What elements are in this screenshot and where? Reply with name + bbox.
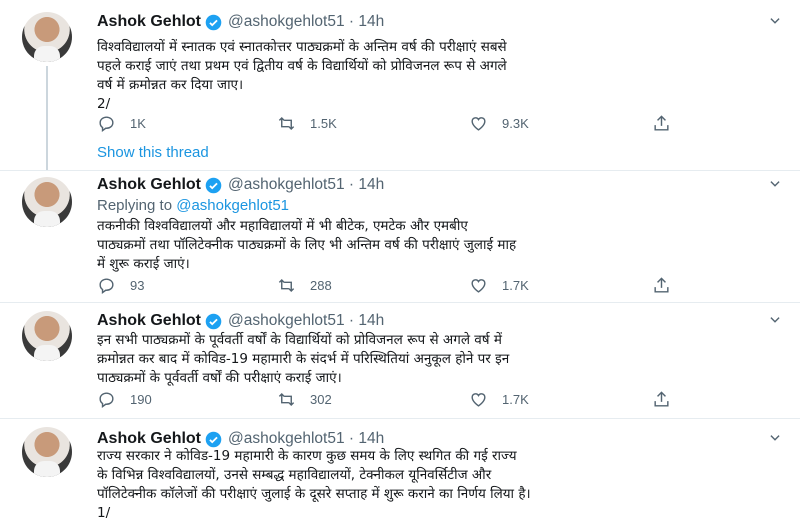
tweet-header: Ashok Gehlot @ashokgehlot51 · 14h — [97, 175, 384, 195]
retweet-icon — [278, 116, 295, 130]
share-button[interactable] — [652, 113, 671, 133]
reply-icon — [99, 277, 114, 294]
author-name[interactable]: Ashok Gehlot — [97, 13, 201, 31]
share-button[interactable] — [652, 275, 671, 295]
retweet-count: 1.5K — [310, 115, 337, 131]
avatar[interactable] — [22, 12, 72, 62]
author-name[interactable]: Ashok Gehlot — [97, 176, 201, 194]
tweet-line: इन सभी पाठ्यक्रमों के पूर्ववर्ती वर्षों … — [97, 332, 502, 348]
heart-icon — [471, 278, 486, 293]
tweet-actions: 1K 1.5K 9.3K — [97, 113, 697, 133]
reply-button[interactable]: 1K — [97, 113, 146, 133]
retweet-count: 288 — [310, 277, 332, 293]
chevron-down-icon[interactable] — [768, 14, 782, 28]
reply-count: 1K — [130, 115, 146, 131]
replying-to-mention[interactable]: @ashokgehlot51 — [176, 197, 289, 214]
share-icon — [654, 114, 669, 131]
heart-icon — [471, 116, 486, 131]
reply-button[interactable]: 190 — [97, 389, 152, 409]
tweet-header: Ashok Gehlot @ashokgehlot51 · 14h — [97, 311, 384, 331]
tweet-text: इन सभी पाठ्यक्रमों के पूर्ववर्ती वर्षों … — [97, 331, 787, 388]
author-handle[interactable]: @ashokgehlot51 · 14h — [228, 176, 384, 194]
tweet-line: क्रमोन्नत कर बाद में कोविड-19 महामारी के… — [97, 351, 510, 367]
tweet-line: पॉलिटेक्नीक कॉलेजों की परीक्षाएं जुलाई क… — [97, 486, 531, 502]
retweet-count: 302 — [310, 391, 332, 407]
tweet-line: राज्य सरकार ने कोविड-19 महामारी के कारण … — [97, 448, 517, 464]
tweet-actions: 190 302 1.7K — [97, 389, 697, 409]
chevron-down-icon[interactable] — [768, 177, 782, 191]
reply-icon — [99, 115, 114, 132]
like-button[interactable]: 1.7K — [469, 389, 529, 409]
like-count: 1.7K — [502, 391, 529, 407]
avatar[interactable] — [22, 311, 72, 361]
like-button[interactable]: 1.7K — [469, 275, 529, 295]
avatar[interactable] — [22, 177, 72, 227]
avatar[interactable] — [22, 427, 72, 477]
verified-badge-icon — [205, 313, 222, 329]
show-thread-link[interactable]: Show this thread — [97, 144, 209, 161]
share-icon — [654, 276, 669, 293]
reply-count: 93 — [130, 277, 145, 293]
tweet-header: Ashok Gehlot @ashokgehlot51 · 14h — [97, 429, 384, 449]
tweet-line: पाठ्यक्रमों तथा पॉलिटेक्नीक पाठ्यक्रमों … — [97, 237, 517, 253]
author-handle[interactable]: @ashokgehlot51 · 14h — [228, 312, 384, 330]
chevron-down-icon[interactable] — [768, 313, 782, 327]
tweet-text: तकनीकी विश्वविद्यालयों और महाविद्यालयों … — [97, 217, 787, 274]
tweet-3[interactable]: Ashok Gehlot @ashokgehlot51 · 14h इन सभी… — [0, 302, 800, 418]
chevron-down-icon[interactable] — [768, 431, 782, 445]
retweet-icon — [278, 392, 295, 406]
author-name[interactable]: Ashok Gehlot — [97, 430, 201, 448]
tweet-1[interactable]: Ashok Gehlot @ashokgehlot51 · 14h विश्वव… — [0, 0, 800, 170]
author-handle[interactable]: @ashokgehlot51 · 14h — [228, 13, 384, 31]
tweet-line: पहले कराई जाएं तथा प्रथम एवं द्वितीय वर्… — [97, 58, 507, 74]
tweet-line: में शुरू कराई जाएं। — [97, 256, 190, 272]
reply-button[interactable]: 93 — [97, 275, 144, 295]
retweet-button[interactable]: 302 — [277, 389, 332, 409]
tweet-line: 2/ — [97, 96, 111, 112]
verified-badge-icon — [205, 14, 222, 30]
tweet-4[interactable]: Ashok Gehlot @ashokgehlot51 · 14h राज्य … — [0, 418, 800, 524]
share-icon — [654, 390, 669, 407]
tweet-line: के विभिन्न विश्वविद्यालयों, उनसे सम्बद्ध… — [97, 467, 492, 483]
tweet-text: राज्य सरकार ने कोविड-19 महामारी के कारण … — [97, 447, 787, 523]
reply-icon — [99, 391, 114, 408]
replying-to: Replying to @ashokgehlot51 — [97, 197, 289, 214]
retweet-icon — [278, 278, 295, 292]
tweet-2[interactable]: Ashok Gehlot @ashokgehlot51 · 14h Replyi… — [0, 170, 800, 302]
verified-badge-icon — [205, 431, 222, 447]
retweet-button[interactable]: 1.5K — [277, 113, 337, 133]
tweet-line: तकनीकी विश्वविद्यालयों और महाविद्यालयों … — [97, 218, 468, 234]
like-count: 9.3K — [502, 115, 529, 131]
retweet-button[interactable]: 288 — [277, 275, 332, 295]
author-name[interactable]: Ashok Gehlot — [97, 312, 201, 330]
verified-badge-icon — [205, 177, 222, 193]
like-button[interactable]: 9.3K — [469, 113, 529, 133]
tweet-line: विश्वविद्यालयों में स्नातक एवं स्नातकोत्… — [97, 39, 507, 55]
reply-count: 190 — [130, 391, 152, 407]
heart-icon — [471, 392, 486, 407]
tweet-header: Ashok Gehlot @ashokgehlot51 · 14h — [97, 12, 384, 32]
tweet-text: विश्वविद्यालयों में स्नातक एवं स्नातकोत्… — [97, 38, 787, 114]
thread-line — [46, 66, 48, 170]
tweet-actions: 93 288 1.7K — [97, 275, 697, 295]
replying-to-label: Replying to — [97, 197, 173, 214]
like-count: 1.7K — [502, 277, 529, 293]
author-handle[interactable]: @ashokgehlot51 · 14h — [228, 430, 384, 448]
tweet-line: 1/ — [97, 505, 111, 521]
share-button[interactable] — [652, 389, 671, 409]
tweet-line: पाठ्यक्रमों के पूर्ववर्ती वर्षों की परीक… — [97, 370, 342, 386]
tweet-line: वर्ष में क्रमोन्नत कर दिया जाए। — [97, 77, 244, 93]
